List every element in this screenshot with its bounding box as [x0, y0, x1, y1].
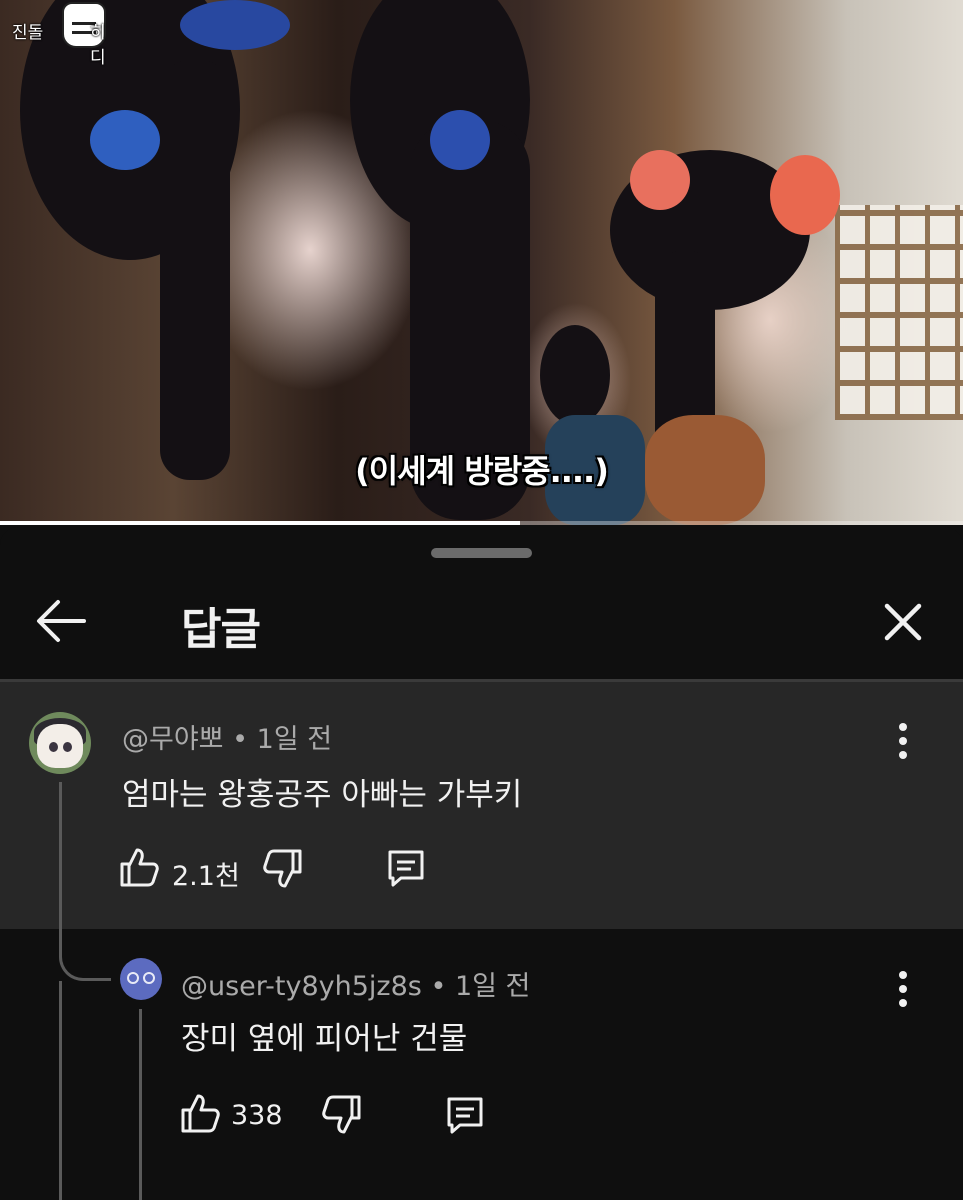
dislike-button[interactable] — [262, 847, 304, 895]
thread-line — [59, 782, 62, 929]
video-frame-flower-coral-2 — [770, 155, 840, 235]
parent-comment: @무야뽀 • 1일 전 엄마는 왕홍공주 아빠는 가부키 2.1천 — [0, 682, 963, 929]
like-count: 2.1천 — [172, 861, 240, 892]
thumb-up-icon — [120, 848, 159, 887]
reply-like-button[interactable] — [179, 1091, 221, 1139]
comment-author[interactable]: @무야뽀 — [122, 724, 224, 755]
watermark-right: 히디 — [90, 23, 106, 68]
more-vert-icon — [899, 723, 907, 731]
more-vert-icon — [899, 971, 907, 979]
reply-more-button[interactable] — [888, 968, 918, 1010]
close-icon — [884, 603, 922, 641]
avatar[interactable] — [120, 958, 162, 1000]
reply-thread-line — [139, 1009, 142, 1200]
back-button[interactable] — [30, 593, 92, 649]
replies-sheet: 답글 @무야뽀 • 1일 전 엄마는 왕홍공주 아빠는 가부키 2.1천 @us… — [0, 527, 963, 1200]
comment-time: 1일 전 — [256, 724, 333, 755]
video-frame-hair-back — [540, 325, 610, 425]
sheet-drag-handle[interactable] — [431, 548, 532, 558]
comment-text: 엄마는 왕홍공주 아빠는 가부키 — [122, 777, 523, 813]
video-frame-hair-strand — [160, 60, 230, 480]
reply-dislike-button[interactable] — [321, 1093, 363, 1141]
video-frame-flower-blue-3 — [180, 0, 290, 50]
reply-like-count: 338 — [231, 1100, 283, 1131]
reply-reply-button[interactable] — [444, 1093, 486, 1141]
watermark: 진돌 히디 — [12, 2, 106, 68]
video-frame-flower-blue-2 — [430, 110, 490, 170]
video-progress-bar[interactable] — [0, 521, 963, 525]
thumb-up-icon — [181, 1094, 220, 1133]
video-frame-flower-coral — [630, 150, 690, 210]
reply-comment-icon — [447, 1097, 483, 1134]
comment-meta: @무야뽀 • 1일 전 — [122, 724, 333, 755]
watermark-left: 진돌 — [12, 23, 44, 43]
video-subtitle: (이세계 방랑중....) — [355, 452, 609, 490]
reply-time: 1일 전 — [454, 971, 531, 1002]
sheet-header: 답글 — [0, 573, 963, 679]
reply-button[interactable] — [385, 846, 427, 894]
comment-more-button[interactable] — [888, 720, 918, 762]
video-frame-flower-blue — [90, 110, 160, 170]
reply-text: 장미 옆에 피어난 건물 — [181, 1021, 468, 1057]
video-player[interactable]: 진돌 히디 (이세계 방랑중....) — [0, 0, 963, 525]
thread-connector — [59, 929, 111, 981]
back-arrow-icon — [37, 600, 86, 642]
close-button[interactable] — [876, 595, 930, 649]
video-progress-fill — [0, 521, 521, 525]
thread-line-continued — [59, 981, 62, 1200]
thumb-down-icon — [322, 1095, 361, 1134]
reply-meta: @user-ty8yh5jz8s • 1일 전 — [181, 971, 531, 1002]
thumb-down-icon — [263, 849, 302, 888]
reply-author[interactable]: @user-ty8yh5jz8s — [181, 971, 422, 1002]
video-frame-shelf — [835, 205, 963, 420]
like-button[interactable] — [118, 845, 160, 893]
reply-comment-icon — [388, 850, 424, 887]
sheet-title: 답글 — [181, 604, 261, 655]
avatar[interactable] — [29, 712, 91, 774]
